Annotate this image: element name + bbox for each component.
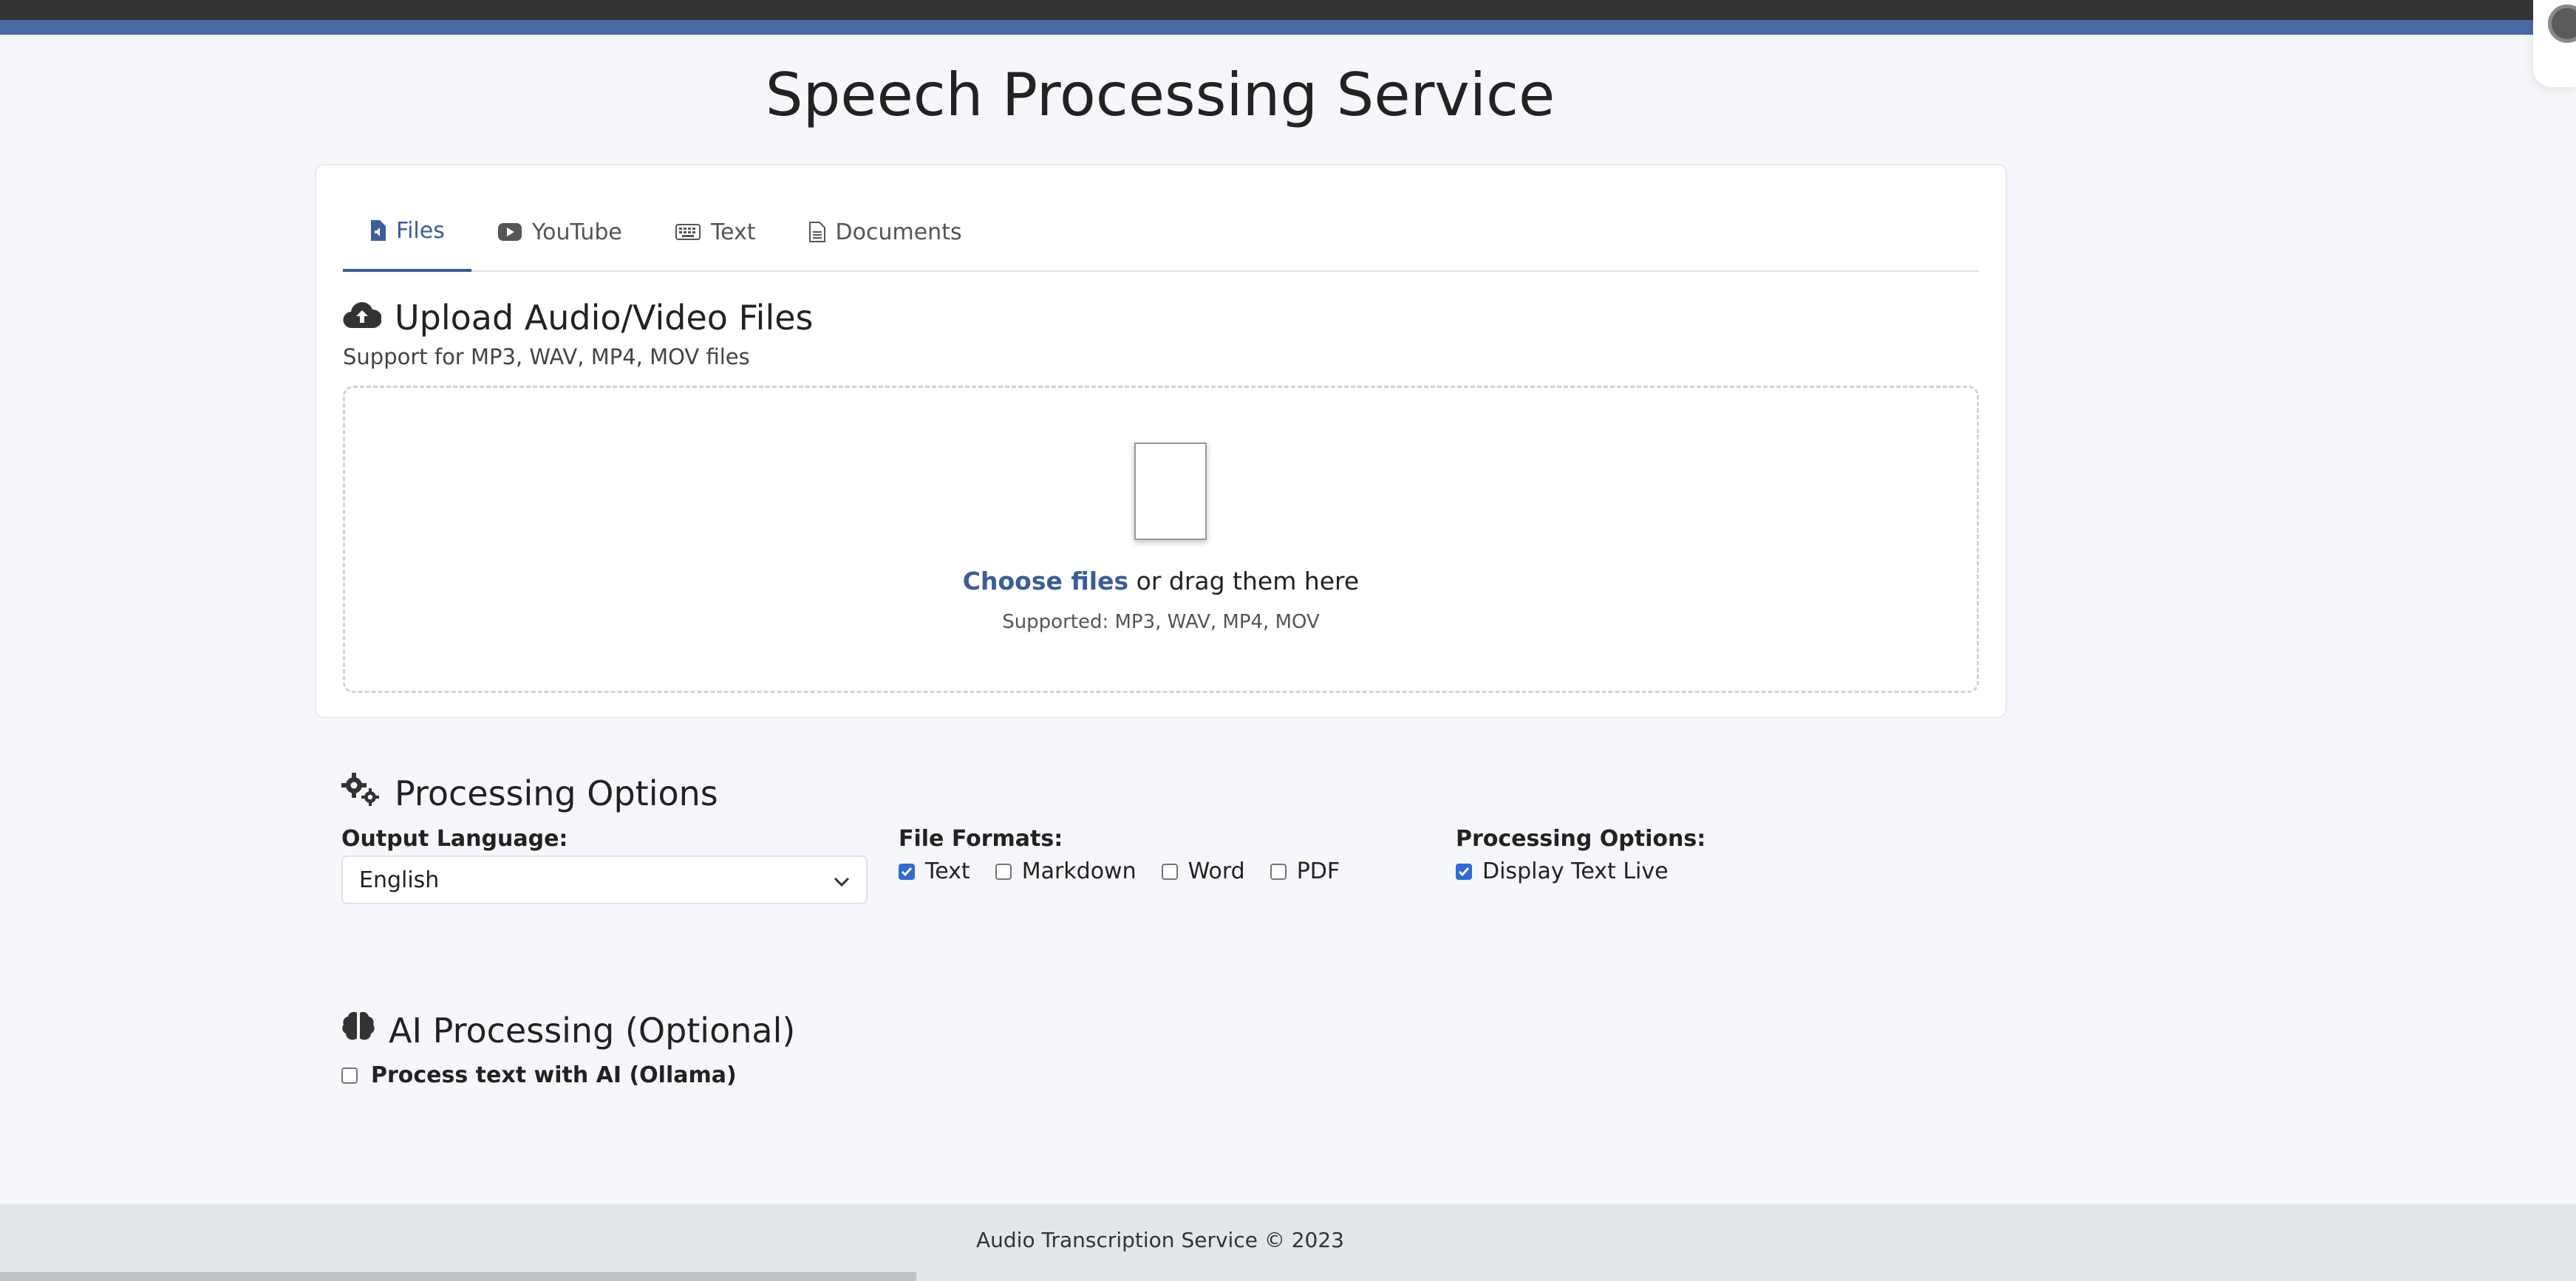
choose-files-link[interactable]: Choose files	[963, 567, 1128, 595]
ai-processing-heading: AI Processing (Optional)	[341, 1008, 795, 1053]
output-language-value: English	[359, 867, 440, 893]
extension-icon[interactable]	[2548, 4, 2576, 43]
chevron-down-icon	[834, 867, 850, 893]
tab-label: Files	[396, 217, 445, 244]
checkbox-checked[interactable]	[899, 863, 915, 880]
ai-processing-title: AI Processing (Optional)	[389, 1011, 796, 1051]
format-markdown-checkbox[interactable]: Markdown	[995, 858, 1137, 884]
checkbox-checked[interactable]	[1456, 863, 1472, 880]
process-with-ai-checkbox[interactable]: Process text with AI (Ollama)	[341, 1062, 737, 1088]
footer: Audio Transcription Service © 2023	[0, 1204, 2576, 1281]
drag-text: or drag them here	[1128, 567, 1360, 595]
upload-card: Files YouTube Text Documents Upload Audi…	[315, 164, 2007, 718]
footer-overflow-strip	[0, 1272, 916, 1281]
tab-label: Documents	[835, 219, 962, 245]
file-audio-icon	[369, 220, 386, 241]
format-text-label: Text	[925, 858, 970, 884]
checkbox-unchecked[interactable]	[341, 1067, 358, 1084]
format-markdown-label: Markdown	[1021, 858, 1137, 884]
keyboard-icon	[675, 224, 701, 240]
youtube-icon	[497, 223, 522, 241]
tab-bar: Files YouTube Text Documents	[343, 192, 1979, 272]
upload-heading-text: Upload Audio/Video Files	[395, 298, 814, 338]
file-formats-group: Text Markdown Word PDF	[899, 858, 1340, 884]
tab-text[interactable]: Text	[649, 192, 783, 272]
tab-documents[interactable]: Documents	[783, 192, 989, 272]
output-language-label: Output Language:	[341, 826, 568, 852]
file-formats-label: File Formats:	[899, 826, 1063, 852]
checkbox-unchecked[interactable]	[1270, 863, 1287, 880]
format-word-checkbox[interactable]: Word	[1161, 858, 1245, 884]
checkbox-unchecked[interactable]	[1161, 863, 1178, 880]
checkbox-unchecked[interactable]	[995, 863, 1012, 880]
upload-heading: Upload Audio/Video Files	[343, 281, 814, 355]
processing-options-title: Processing Options	[395, 773, 718, 813]
process-with-ai-label: Process text with AI (Ollama)	[371, 1062, 737, 1088]
corner-widget[interactable]	[2533, 0, 2576, 87]
file-text-icon	[808, 222, 825, 242]
tab-files[interactable]: Files	[343, 192, 471, 272]
processing-options-heading: Processing Options	[341, 771, 718, 816]
output-language-select[interactable]: English	[341, 855, 868, 904]
accent-bar	[0, 20, 2576, 35]
file-dropzone[interactable]: Choose files or drag them here Supported…	[343, 386, 1979, 693]
page-title: Speech Processing Service	[765, 61, 1556, 129]
upload-subtitle: Support for MP3, WAV, MP4, MOV files	[343, 344, 750, 369]
drop-instructions: Choose files or drag them here	[345, 567, 1977, 595]
brain-icon	[341, 1011, 375, 1051]
supported-formats-note: Supported: MP3, WAV, MP4, MOV	[1002, 611, 1320, 633]
tab-label: YouTube	[531, 219, 622, 245]
footer-text: Audio Transcription Service © 2023	[975, 1228, 1344, 1252]
browser-top-bar	[0, 0, 2576, 20]
processing-options-group: Display Text Live	[1456, 858, 1669, 884]
gears-icon	[341, 772, 381, 815]
format-pdf-label: PDF	[1296, 858, 1340, 884]
format-word-label: Word	[1188, 858, 1245, 884]
file-placeholder-icon	[1134, 443, 1207, 540]
format-pdf-checkbox[interactable]: PDF	[1270, 858, 1340, 884]
display-text-live-checkbox[interactable]: Display Text Live	[1456, 858, 1669, 884]
cloud-upload-icon	[343, 298, 383, 338]
processing-options-label: Processing Options:	[1456, 826, 1706, 852]
format-text-checkbox[interactable]: Text	[899, 858, 970, 884]
display-text-live-label: Display Text Live	[1482, 858, 1669, 884]
tab-label: Text	[710, 219, 756, 245]
tab-youtube[interactable]: YouTube	[471, 192, 649, 272]
